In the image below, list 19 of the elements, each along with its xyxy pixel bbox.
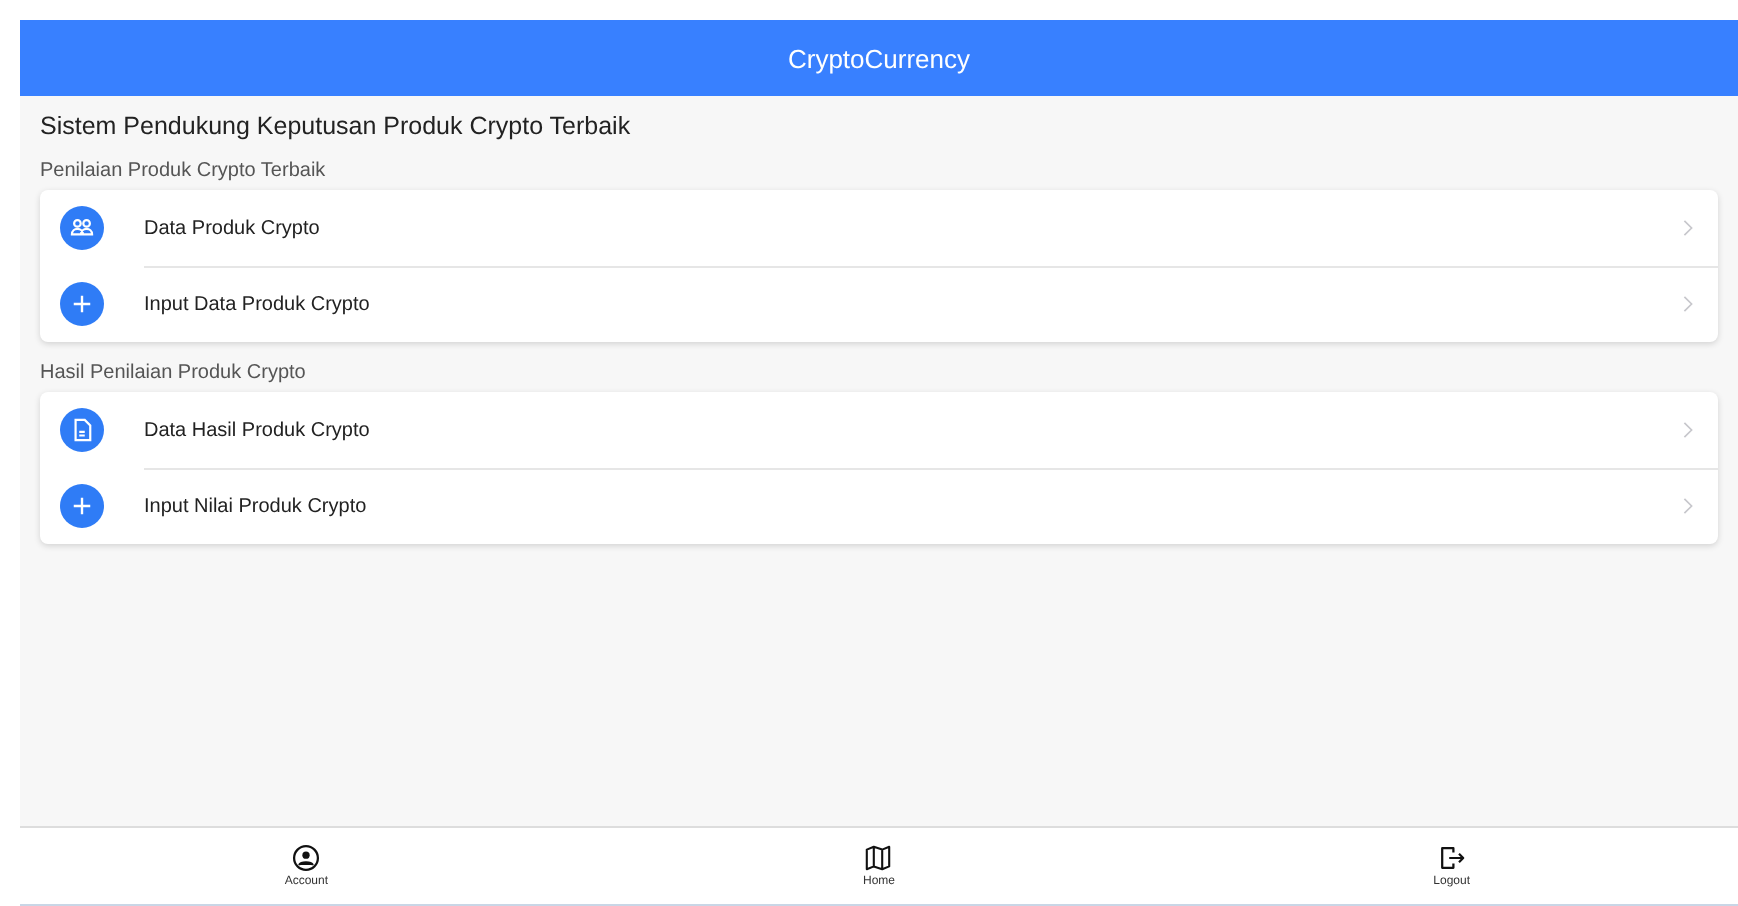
chevron-icon: [1682, 496, 1694, 516]
menu-item[interactable]: Data Produk Crypto: [40, 190, 1718, 266]
plus-icon: [60, 484, 104, 528]
chevron-icon: [1682, 294, 1694, 314]
document-icon: [60, 408, 104, 452]
chevron-icon: [1682, 218, 1694, 238]
menu-item[interactable]: Input Nilai Produk Crypto: [40, 468, 1718, 544]
menu-item[interactable]: Data Hasil Produk Crypto: [40, 392, 1718, 468]
section-heading: Penilaian Produk Crypto Terbaik: [40, 160, 328, 182]
chevron-icon: [1682, 420, 1694, 440]
people-icon: [60, 206, 104, 250]
section-heading: Hasil Penilaian Produk Crypto: [40, 362, 308, 384]
plus-icon: [60, 282, 104, 326]
account-icon: [292, 844, 321, 872]
map-icon: [864, 844, 893, 872]
logout-icon: [1437, 844, 1466, 872]
menu-item[interactable]: Input Data Produk Crypto: [40, 266, 1718, 342]
header-title: CryptoCurrency: [787, 43, 971, 73]
page-title: Sistem Pendukung Keputusan Produk Crypto Terbaik: [40, 112, 633, 140]
